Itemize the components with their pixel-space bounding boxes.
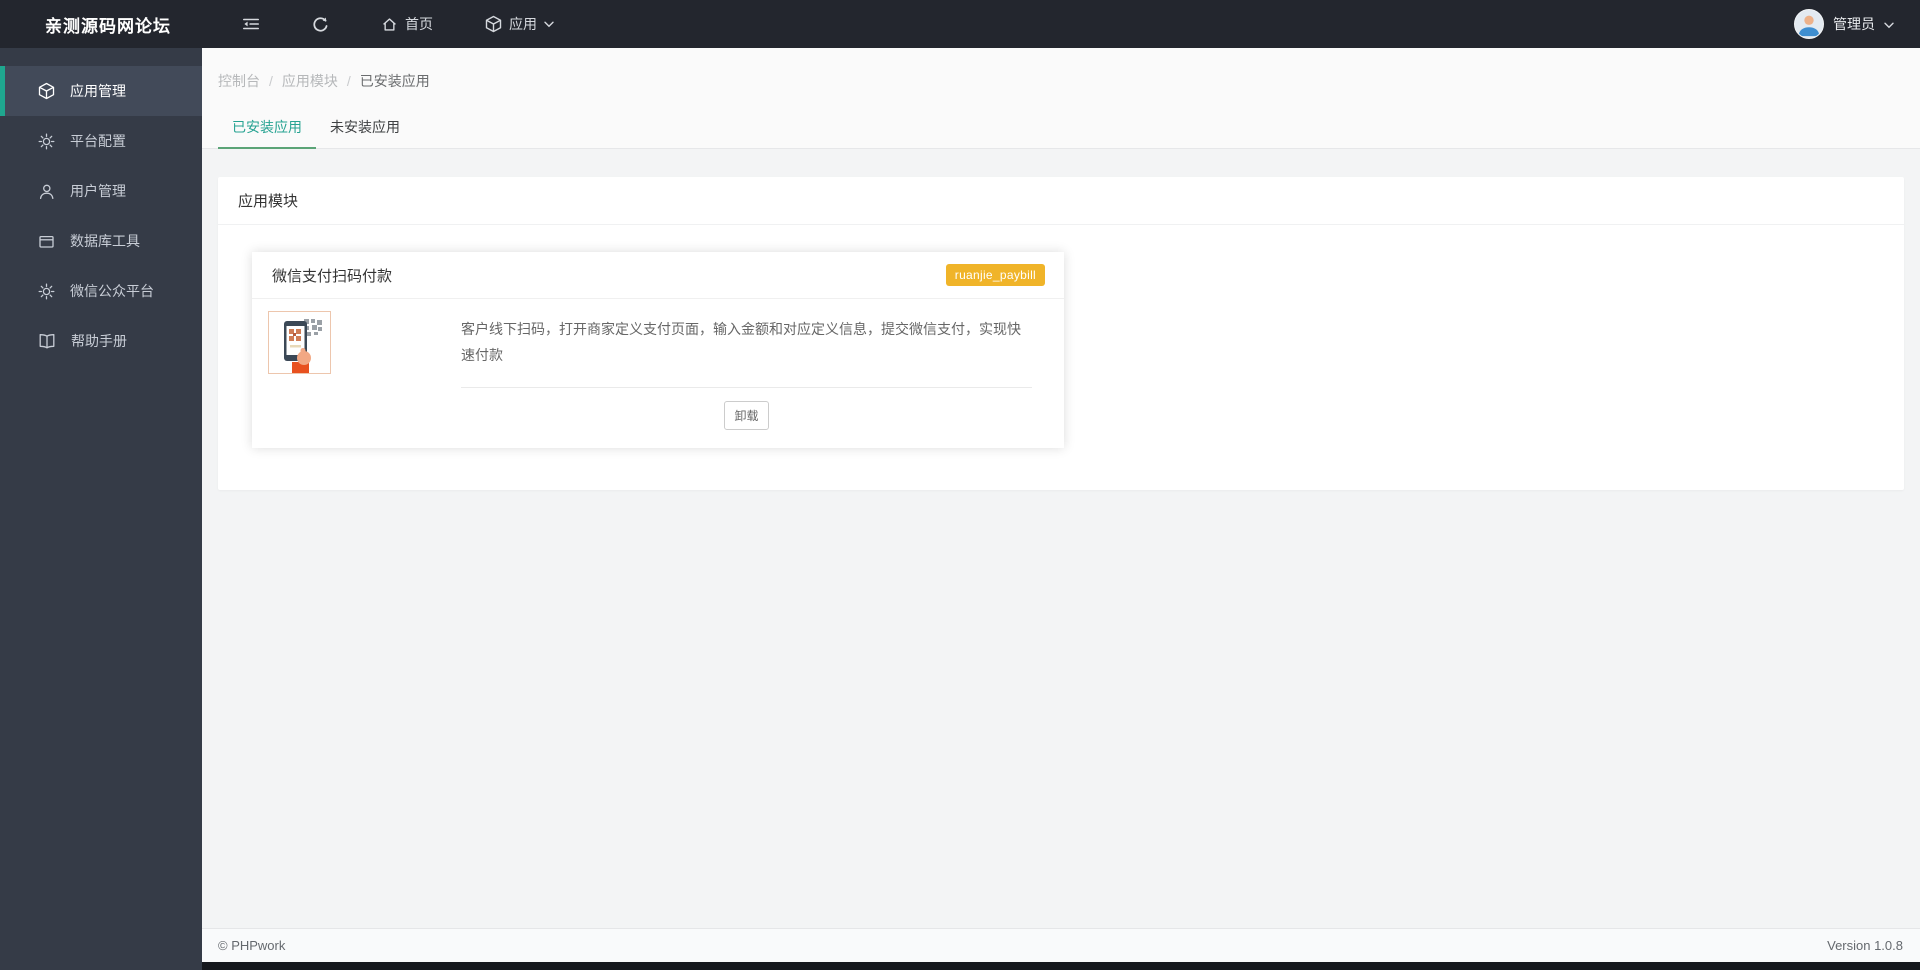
sidebar-item-label: 微信公众平台 — [70, 283, 154, 299]
main-area: 控制台 / 应用模块 / 已安装应用 已安装应用 未安装应用 应用模块 微信支付… — [202, 48, 1920, 970]
app-thumbnail-column — [268, 309, 461, 430]
refresh-button[interactable] — [286, 0, 355, 48]
topbar: 亲测源码网论坛 首页 应用 管理员 — [0, 0, 1920, 48]
footer: © PHPwork Version 1.0.8 — [202, 928, 1920, 962]
home-nav-item[interactable]: 首页 — [355, 0, 459, 48]
breadcrumb-separator: / — [346, 73, 351, 89]
sidebar-item-label: 用户管理 — [70, 183, 126, 199]
app-description: 客户线下扫码，打开商家定义支付页面，输入金额和对应定义信息，提交微信支付，实现快… — [461, 321, 1021, 363]
app-nav-item[interactable]: 应用 — [459, 0, 580, 48]
chevron-down-icon — [544, 21, 554, 28]
cube-icon — [485, 15, 502, 33]
sidebar-item-label: 帮助手册 — [71, 333, 127, 349]
sidebar-item-wechat-platform[interactable]: 微信公众平台 — [0, 266, 202, 316]
username-label: 管理员 — [1833, 16, 1875, 32]
footer-copyright: © PHPwork — [218, 938, 286, 953]
home-icon — [381, 16, 398, 33]
sidebar-item-label: 平台配置 — [70, 133, 126, 149]
window-icon — [38, 233, 55, 250]
app-thumbnail-image — [268, 311, 331, 374]
app-module-panel: 应用模块 微信支付扫码付款 ruanjie_paybill 客户线下扫码，打开商… — [218, 177, 1904, 490]
panel-title: 应用模块 — [218, 177, 1904, 225]
chevron-down-icon — [1884, 16, 1894, 32]
tab-installed-apps[interactable]: 已安装应用 — [218, 108, 316, 149]
breadcrumb: 控制台 / 应用模块 / 已安装应用 — [202, 48, 1920, 91]
gear-icon — [38, 133, 55, 150]
app-nav-label: 应用 — [509, 16, 537, 32]
app-card-body: 客户线下扫码，打开商家定义支付页面，输入金额和对应定义信息，提交微信支付，实现快… — [252, 299, 1064, 448]
user-menu[interactable]: 管理员 — [1768, 0, 1920, 48]
cube-icon — [38, 82, 55, 100]
bottom-strip — [202, 962, 1920, 970]
app-description-column: 客户线下扫码，打开商家定义支付页面，输入金额和对应定义信息，提交微信支付，实现快… — [461, 309, 1048, 430]
app-identifier-badge: ruanjie_paybill — [945, 264, 1045, 286]
collapse-sidebar-button[interactable] — [216, 0, 286, 48]
app-card-title: 微信支付扫码付款 — [272, 267, 393, 285]
tab-bar: 已安装应用 未安装应用 — [202, 108, 1920, 149]
sidebar-item-user-management[interactable]: 用户管理 — [0, 166, 202, 216]
gear-icon — [38, 283, 55, 300]
sidebar-item-label: 数据库工具 — [70, 233, 140, 249]
footer-version: Version 1.0.8 — [1827, 938, 1903, 953]
book-icon — [38, 333, 56, 349]
panel-body: 微信支付扫码付款 ruanjie_paybill 客户线下扫码，打开商家定义支付… — [218, 225, 1904, 490]
breadcrumb-item-app-module[interactable]: 应用模块 — [282, 71, 338, 91]
app-card-wechat-pay: 微信支付扫码付款 ruanjie_paybill 客户线下扫码，打开商家定义支付… — [252, 252, 1064, 448]
app-card-header: 微信支付扫码付款 ruanjie_paybill — [252, 252, 1064, 299]
topbar-nav: 首页 应用 — [216, 0, 580, 48]
refresh-icon — [312, 16, 329, 33]
user-icon — [38, 183, 55, 200]
sidebar: 应用管理 平台配置 用户管理 数据库工具 微信公众平台 帮助手册 — [0, 48, 202, 970]
brand-title: 亲测源码网论坛 — [45, 16, 171, 36]
breadcrumb-item-console[interactable]: 控制台 — [218, 71, 260, 91]
sidebar-item-database-tools[interactable]: 数据库工具 — [0, 216, 202, 266]
home-nav-label: 首页 — [405, 16, 433, 32]
sidebar-item-app-management[interactable]: 应用管理 — [0, 66, 202, 116]
uninstall-button[interactable]: 卸载 — [724, 401, 769, 430]
sidebar-item-help-manual[interactable]: 帮助手册 — [0, 316, 202, 366]
content-area: 应用模块 微信支付扫码付款 ruanjie_paybill 客户线下扫码，打开商… — [202, 149, 1920, 928]
page-header: 控制台 / 应用模块 / 已安装应用 已安装应用 未安装应用 — [202, 48, 1920, 149]
collapse-menu-icon — [242, 16, 260, 32]
divider — [461, 387, 1032, 388]
sidebar-item-platform-config[interactable]: 平台配置 — [0, 116, 202, 166]
avatar — [1794, 9, 1824, 39]
breadcrumb-separator: / — [269, 73, 273, 89]
tab-uninstalled-apps[interactable]: 未安装应用 — [316, 108, 414, 149]
sidebar-item-label: 应用管理 — [70, 83, 126, 99]
breadcrumb-item-installed-apps: 已安装应用 — [359, 73, 430, 89]
